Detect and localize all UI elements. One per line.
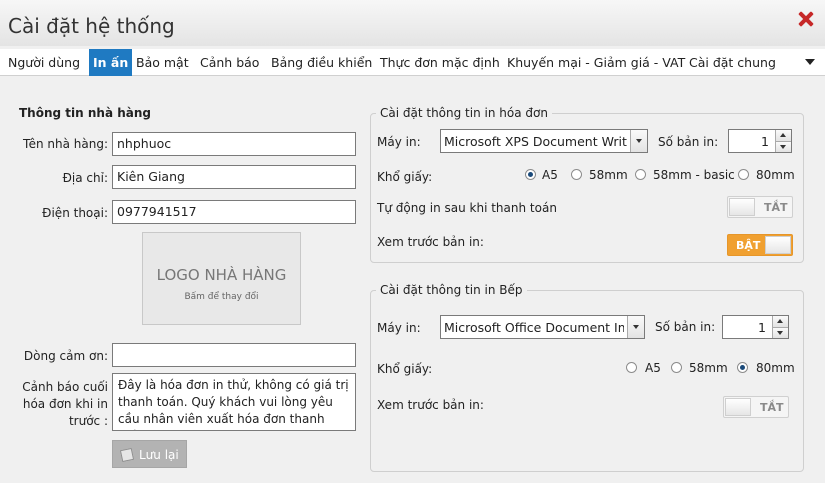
invoice-paper-option-58mm-basic: 58mm - basic [653, 168, 735, 182]
invoice-paper-radio-58mm-basic[interactable] [635, 169, 646, 180]
toggle-knob [729, 198, 755, 216]
invoice-preview-label: Xem trước bản in: [377, 235, 484, 249]
kitchen-paper-radio-a5[interactable] [626, 362, 637, 373]
invoice-preview-toggle[interactable]: BẬT [727, 234, 793, 256]
auto-print-toggle[interactable]: TẮT [727, 196, 793, 218]
kitchen-paper-option-80mm: 80mm [756, 361, 795, 375]
invoice-paper-option-80mm: 80mm [756, 168, 795, 182]
tab-printing[interactable]: In ấn [89, 49, 133, 76]
toggle-knob [765, 236, 791, 254]
stepper-down-icon[interactable] [772, 327, 788, 338]
warning-textarea[interactable]: Đây là hóa đơn in thử, không có giá trị … [112, 373, 356, 431]
kitchen-paper-label: Khổ giấy: [377, 362, 433, 376]
stepper-up-icon[interactable] [772, 316, 788, 327]
close-icon[interactable] [797, 10, 815, 28]
invoice-printer-select[interactable]: Microsoft XPS Document Writer [440, 129, 648, 153]
kitchen-paper-option-58mm: 58mm [689, 361, 728, 375]
invoice-printer-label: Máy in: [377, 135, 421, 149]
invoice-print-legend: Cài đặt thông tin in hóa đơn [376, 106, 552, 120]
window-title: Cài đặt hệ thống [8, 14, 175, 38]
invoice-paper-label: Khổ giấy: [377, 170, 433, 184]
kitchen-preview-state: TẮT [760, 401, 784, 414]
auto-print-state: TẮT [764, 201, 788, 214]
phone-input[interactable]: 0977941517 [112, 200, 356, 224]
kitchen-printer-value: Microsoft Office Document Ima [444, 320, 624, 335]
chevron-down-icon[interactable] [805, 59, 815, 65]
tab-default-menu[interactable]: Thực đơn mặc định [380, 49, 500, 76]
kitchen-copies-stepper[interactable]: 1 [722, 315, 789, 339]
section-title-restaurant: Thông tin nhà hàng [19, 106, 151, 120]
title-bar: Cài đặt hệ thống [0, 0, 825, 46]
auto-print-label: Tự động in sau khi thanh toán [377, 201, 557, 215]
logo-upload[interactable]: LOGO NHÀ HÀNG Bấm để thay đổi [142, 232, 301, 325]
kitchen-paper-radio-58mm[interactable] [671, 362, 682, 373]
tab-bar: Người dùng In ấn Bảo mật Cảnh báo Bảng đ… [0, 49, 825, 76]
chevron-down-icon[interactable] [630, 130, 647, 152]
warning-label: Cảnh báo cuối hóa đơn khi in trước : [10, 379, 108, 430]
kitchen-printer-label: Máy in: [377, 321, 421, 335]
kitchen-preview-label: Xem trước bản in: [377, 398, 484, 412]
kitchen-copies-value: 1 [758, 320, 766, 335]
invoice-copies-label: Số bản in: [658, 135, 719, 149]
restaurant-name-input[interactable]: nhphuoc [112, 132, 356, 156]
tab-dashboard[interactable]: Bảng điều khiển [271, 49, 372, 76]
warning-label-line-2: hóa đơn khi in [22, 397, 108, 411]
warning-label-line-1: Cảnh báo cuối [22, 380, 108, 394]
address-input[interactable]: Kiên Giang [112, 165, 356, 189]
kitchen-preview-toggle[interactable]: TẮT [723, 396, 789, 418]
kitchen-printer-select[interactable]: Microsoft Office Document Ima [440, 315, 645, 339]
save-button-label: Lưu lại [139, 448, 179, 462]
save-icon [119, 447, 135, 463]
invoice-paper-radio-58mm[interactable] [571, 169, 582, 180]
warning-label-line-3: trước : [68, 414, 108, 428]
restaurant-name-label: Tên nhà hàng: [22, 137, 108, 151]
tab-alerts[interactable]: Cảnh báo [200, 49, 259, 76]
kitchen-paper-radio-80mm[interactable] [737, 362, 748, 373]
stepper-down-icon[interactable] [775, 141, 791, 152]
address-label: Địa chỉ: [62, 171, 108, 185]
save-button[interactable]: Lưu lại [112, 440, 187, 468]
logo-hint: Bấm để thay đổi [184, 292, 259, 302]
invoice-paper-radio-80mm[interactable] [738, 169, 749, 180]
kitchen-copies-label: Số bản in: [655, 320, 716, 334]
tab-security[interactable]: Bảo mật [136, 49, 189, 76]
kitchen-paper-option-a5: A5 [645, 361, 661, 375]
chevron-down-icon[interactable] [627, 316, 644, 338]
toggle-knob [725, 398, 751, 416]
invoice-paper-radio-a5[interactable] [525, 169, 536, 180]
tab-general-settings[interactable]: Cài đặt chung [689, 49, 776, 76]
thanks-label: Dòng cảm ơn: [23, 349, 108, 363]
tab-promotions[interactable]: Khuyến mại - Giảm giá - VAT [507, 49, 685, 76]
tab-users[interactable]: Người dùng [8, 49, 80, 76]
logo-title: LOGO NHÀ HÀNG [156, 266, 287, 284]
stepper-up-icon[interactable] [775, 130, 791, 141]
invoice-copies-stepper[interactable]: 1 [728, 129, 792, 153]
invoice-preview-state: BẬT [736, 239, 761, 252]
phone-label: Điện thoại: [42, 206, 108, 220]
kitchen-print-legend: Cài đặt thông tin in Bếp [376, 283, 527, 297]
thanks-input[interactable] [112, 343, 356, 367]
invoice-copies-value: 1 [761, 134, 769, 149]
invoice-printer-value: Microsoft XPS Document Writer [444, 134, 627, 149]
invoice-paper-option-a5: A5 [542, 168, 558, 182]
invoice-paper-option-58mm: 58mm [589, 168, 628, 182]
